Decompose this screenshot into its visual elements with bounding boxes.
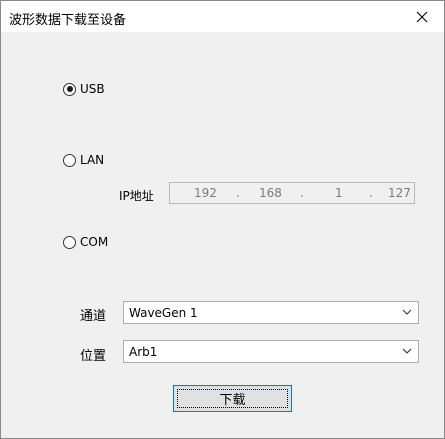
channel-select[interactable]: WaveGen 1 (123, 301, 419, 324)
chevron-down-icon (402, 348, 412, 354)
channel-value: WaveGen 1 (129, 306, 198, 320)
chevron-down-icon (402, 309, 412, 315)
location-value: Arb1 (129, 345, 158, 359)
radio-com-label: COM (80, 235, 109, 249)
ip-octet-4[interactable]: 127 (388, 186, 411, 200)
radio-usb[interactable]: USB (63, 82, 105, 96)
radio-lan-indicator[interactable] (63, 153, 76, 167)
location-label: 位置 (80, 349, 107, 364)
channel-label: 通道 (80, 309, 107, 324)
download-dialog: 波形数据下载至设备 USB LAN IP地址 192 . 168 . 1 . 1… (0, 0, 445, 439)
window-title: 波形数据下载至设备 (9, 13, 127, 28)
radio-usb-indicator[interactable] (63, 82, 76, 96)
radio-lan-label: LAN (80, 153, 105, 167)
ip-octet-1[interactable]: 192 (194, 186, 217, 200)
title-bar: 波形数据下载至设备 (1, 1, 444, 32)
radio-com-indicator[interactable] (63, 235, 76, 249)
ip-octet-3[interactable]: 1 (335, 186, 343, 200)
close-icon (416, 11, 428, 22)
ip-octet-2[interactable]: 168 (259, 186, 282, 200)
ip-separator-2: . (300, 186, 304, 200)
radio-lan[interactable]: LAN (63, 153, 104, 167)
close-button[interactable] (400, 1, 444, 32)
ip-address-field[interactable]: 192 . 168 . 1 . 127 (169, 182, 415, 204)
radio-com[interactable]: COM (63, 235, 108, 249)
location-select[interactable]: Arb1 (123, 340, 419, 363)
download-button[interactable]: 下载 (173, 385, 292, 412)
ip-address-label: IP地址 (119, 189, 154, 203)
ip-separator-1: . (236, 186, 240, 200)
focus-ring (177, 389, 288, 408)
ip-separator-3: . (369, 186, 373, 200)
radio-usb-label: USB (80, 82, 105, 96)
